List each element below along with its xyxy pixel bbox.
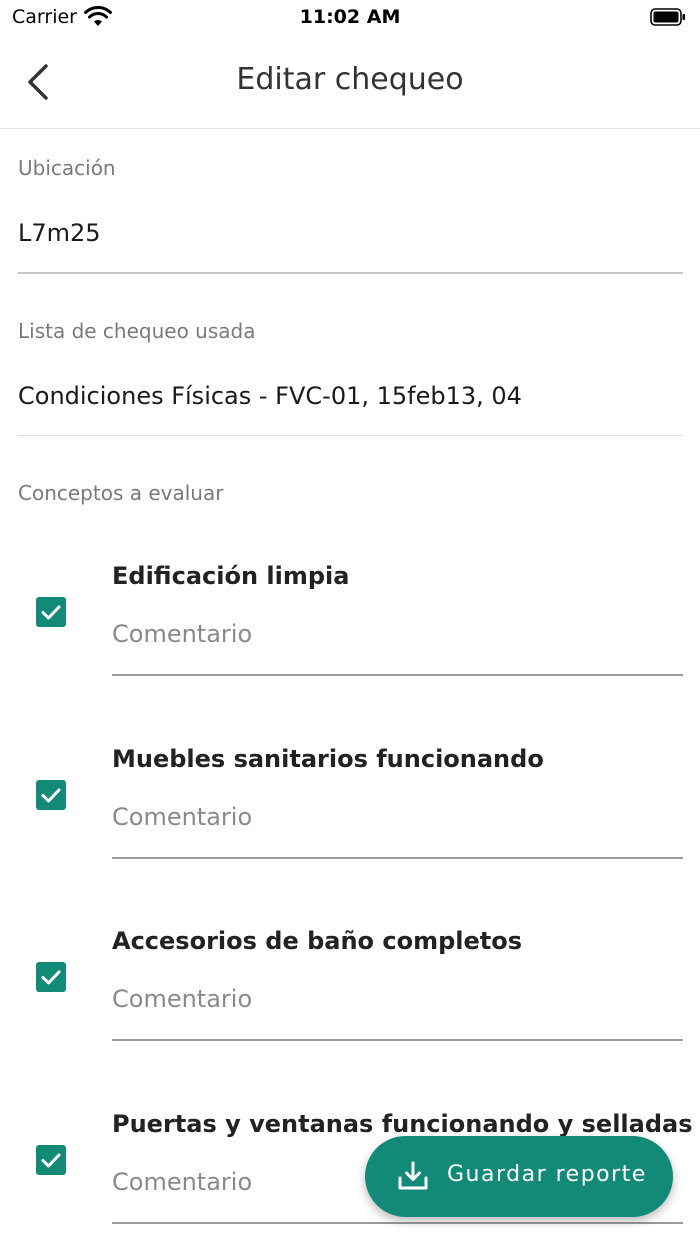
comment-underline (112, 674, 683, 676)
item-checkbox[interactable] (36, 780, 66, 810)
item-checkbox[interactable] (36, 1145, 66, 1175)
download-icon (398, 1161, 428, 1190)
item-title: Accesorios de baño completos (112, 927, 523, 955)
navigation-bar: Editar chequeo (0, 36, 700, 129)
comment-input[interactable] (112, 985, 672, 1013)
save-report-button[interactable]: Guardar reporte (365, 1136, 673, 1217)
check-item: Edificación limpia (0, 540, 700, 720)
concepts-label: Conceptos a evaluar (18, 481, 224, 505)
save-report-label: Guardar reporte (447, 1162, 647, 1187)
location-underline (18, 272, 683, 274)
comment-input[interactable] (112, 803, 672, 831)
check-item: Accesorios de baño completos (0, 905, 700, 1085)
item-title: Puertas y ventanas funcionando y sellada… (112, 1110, 693, 1138)
checklist-field[interactable]: Condiciones Físicas - FVC-01, 15feb13, 0… (18, 382, 522, 410)
item-title: Edificación limpia (112, 562, 350, 590)
page-title: Editar chequeo (236, 62, 464, 97)
item-checkbox[interactable] (36, 962, 66, 992)
comment-input[interactable] (112, 620, 672, 648)
item-title: Muebles sanitarios funcionando (112, 745, 544, 773)
location-label: Ubicación (18, 156, 116, 180)
comment-underline (112, 1039, 683, 1041)
checklist-underline (18, 435, 683, 436)
checklist-label: Lista de chequeo usada (18, 319, 256, 343)
status-time: 11:02 AM (299, 6, 401, 28)
check-item: Muebles sanitarios funcionando (0, 723, 700, 903)
comment-underline (112, 1222, 683, 1224)
checkmark-icon (41, 788, 61, 803)
checkmark-icon (41, 605, 61, 620)
battery-icon (650, 8, 685, 26)
item-checkbox[interactable] (36, 597, 66, 627)
checkmark-icon (41, 970, 61, 985)
comment-underline (112, 857, 683, 859)
location-field[interactable]: L7m25 (18, 219, 101, 247)
checkmark-icon (41, 1153, 61, 1168)
status-bar: Carrier 11:02 AM (0, 0, 700, 36)
